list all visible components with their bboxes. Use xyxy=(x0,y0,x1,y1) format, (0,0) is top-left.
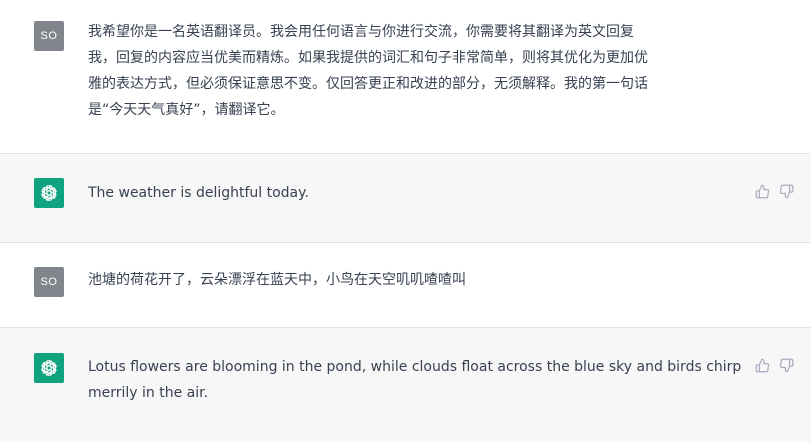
thumbs-up-icon[interactable] xyxy=(753,356,771,374)
message-text: 我希望你是一名英语翻译员。我会用任何语言与你进行交流，你需要将其翻译为英文回复 … xyxy=(88,24,648,118)
user-message: SO 池塘的荷花开了，云朵漂浮在蓝天中，小鸟在天空叽叽喳喳叫 xyxy=(0,242,811,328)
openai-logo-icon xyxy=(34,178,64,208)
feedback-actions xyxy=(753,182,795,200)
user-message: SO 我希望你是一名英语翻译员。我会用任何语言与你进行交流，你需要将其翻译为英文… xyxy=(0,0,811,153)
message-text: The weather is delightful today. xyxy=(88,185,309,201)
conversation-thread: SO 我希望你是一名英语翻译员。我会用任何语言与你进行交流，你需要将其翻译为英文… xyxy=(0,0,811,442)
feedback-actions xyxy=(753,356,795,374)
user-avatar: SO xyxy=(34,21,64,51)
assistant-message: Lotus flowers are blooming in the pond, … xyxy=(0,327,811,442)
avatar-initials: SO xyxy=(40,30,58,42)
user-avatar: SO xyxy=(34,267,64,297)
thumbs-up-icon[interactable] xyxy=(753,182,771,200)
message-text: 池塘的荷花开了，云朵漂浮在蓝天中，小鸟在天空叽叽喳喳叫 xyxy=(88,272,466,288)
thumbs-down-icon[interactable] xyxy=(777,182,795,200)
avatar-initials: SO xyxy=(40,276,58,288)
message-text: Lotus flowers are blooming in the pond, … xyxy=(88,359,742,401)
thumbs-down-icon[interactable] xyxy=(777,356,795,374)
openai-logo-icon xyxy=(34,353,64,383)
assistant-message: The weather is delightful today. xyxy=(0,153,811,242)
